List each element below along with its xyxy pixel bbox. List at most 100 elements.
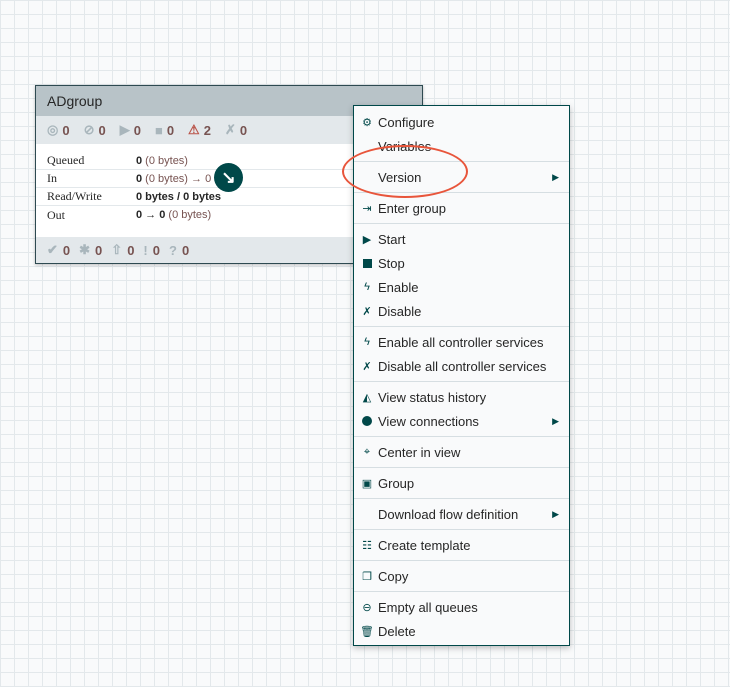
metric-row-read-write: Read/Write 0 bytes / 0 bytes xyxy=(36,188,354,206)
metric-label: Read/Write xyxy=(47,189,102,203)
menu-item-label: Version xyxy=(378,169,422,185)
stat-value: 0 xyxy=(127,242,135,258)
stat-value: 0 xyxy=(166,122,175,138)
metric-value: 0 bytes / 0 bytes xyxy=(136,191,221,203)
metric-value: 0 (0 bytes) → 0 xyxy=(136,173,211,185)
menu-divider xyxy=(354,591,569,592)
menu-divider xyxy=(354,529,569,530)
menu-item-label: Disable xyxy=(378,303,422,319)
stat-stale: ⇧ 0 xyxy=(111,242,134,258)
menu-item-start[interactable]: ▶ Start xyxy=(354,227,569,251)
running-icon: ▶ xyxy=(119,122,130,137)
menu-item-label: Configure xyxy=(378,114,435,130)
group-icon: ▣ xyxy=(361,477,373,490)
menu-item-stop[interactable]: Stop xyxy=(354,251,569,275)
metric-label: Out xyxy=(47,207,65,222)
menu-item-label: Stop xyxy=(378,255,405,271)
menu-item-enable-all-controller-services[interactable]: ϟ Enable all controller services xyxy=(354,330,569,354)
metric-row-out: Out 0 → 0 (0 bytes) xyxy=(36,206,354,224)
stat-value: 0 xyxy=(133,122,141,138)
metric-value-bold: 0 bytes / 0 bytes xyxy=(136,190,221,203)
menu-item-copy[interactable]: ❐ Copy xyxy=(354,564,569,588)
stopped-icon: ■ xyxy=(154,122,163,138)
stat-up-to-date: ✔ 0 xyxy=(47,242,70,258)
menu-item-enable[interactable]: ϟ Enable xyxy=(354,275,569,299)
stat-value: 0 xyxy=(239,122,248,138)
menu-item-center-in-view[interactable]: ⌖ Center in view xyxy=(354,440,569,464)
menu-item-disable-all-controller-services[interactable]: ✗ Disable all controller services xyxy=(354,354,569,378)
menu-divider xyxy=(354,560,569,561)
stat-unknown: ? 0 xyxy=(169,243,189,258)
submenu-arrow-icon: ▶ xyxy=(552,415,559,426)
connection-arrow-icon[interactable]: ↘ xyxy=(214,163,243,192)
metric-row-queued: Queued 0 (0 bytes) xyxy=(36,152,354,170)
metric-value-rest: (0 bytes) → 0 xyxy=(142,172,212,185)
menu-item-label: Enable all controller services xyxy=(378,334,544,350)
submenu-arrow-icon: ▶ xyxy=(552,171,559,182)
metric-row-in: In 0 (0 bytes) → 0 xyxy=(36,170,354,188)
disabled-lightning-icon: ✗ xyxy=(362,305,372,318)
menu-divider xyxy=(354,223,569,224)
locally-modified-icon: ✱ xyxy=(79,242,91,257)
menu-item-version[interactable]: Version ▶ xyxy=(354,165,569,189)
transmitting-icon: ◎ xyxy=(47,122,59,137)
menu-item-view-status-history[interactable]: ◭ View status history xyxy=(354,385,569,409)
menu-item-label: Empty all queues xyxy=(378,599,478,615)
menu-item-label: Enter group xyxy=(378,200,446,216)
menu-item-label: Variables xyxy=(378,138,432,154)
menu-item-variables[interactable]: Variables xyxy=(354,134,569,158)
context-menu: ⚙ Configure Variables Version ▶ ⇥ Enter … xyxy=(353,105,570,646)
stat-transmitting: ◎ 0 xyxy=(47,122,70,138)
stat-value: 0 xyxy=(181,242,190,258)
menu-divider xyxy=(354,498,569,499)
stat-not-transmitting: ⊘ 0 xyxy=(84,122,106,138)
menu-divider xyxy=(354,467,569,468)
stat-running: ▶ 0 xyxy=(120,122,141,138)
menu-item-disable[interactable]: ✗ Disable xyxy=(354,299,569,323)
area-chart-icon: ◭ xyxy=(362,391,372,404)
menu-item-label: Disable all controller services xyxy=(378,358,547,374)
menu-item-group[interactable]: ▣ Group xyxy=(354,471,569,495)
stat-value: 0 xyxy=(62,242,71,258)
menu-item-label: View connections xyxy=(378,413,479,429)
metric-label: Queued xyxy=(47,153,85,167)
play-icon: ▶ xyxy=(362,233,372,246)
copy-icon: ❐ xyxy=(362,570,372,583)
up-to-date-icon: ✔ xyxy=(47,242,58,257)
metric-value: 0 → 0 (0 bytes) xyxy=(136,209,211,221)
gear-icon: ⚙ xyxy=(362,116,372,129)
enter-group-icon: ⇥ xyxy=(362,202,372,215)
menu-item-label: View status history xyxy=(378,389,487,405)
metric-label: In xyxy=(47,171,57,185)
submenu-arrow-icon: ▶ xyxy=(552,508,559,519)
minus-circle-icon: ⊖ xyxy=(362,601,372,614)
menu-item-create-template[interactable]: ☷ Create template xyxy=(354,533,569,557)
menu-divider xyxy=(354,436,569,437)
menu-item-download-flow-definition[interactable]: Download flow definition ▶ xyxy=(354,502,569,526)
stale-icon: ⇧ xyxy=(111,242,123,257)
stat-value: 0 xyxy=(95,242,103,258)
menu-item-label: Group xyxy=(378,475,415,491)
sync-failure-icon: ! xyxy=(143,242,148,258)
stat-value: 0 xyxy=(98,122,106,138)
menu-item-configure[interactable]: ⚙ Configure xyxy=(354,110,569,134)
metric-value-bold: 0 → 0 xyxy=(136,209,166,221)
menu-item-empty-all-queues[interactable]: ⊖ Empty all queues xyxy=(354,595,569,619)
invalid-warning-icon: ⚠ xyxy=(188,122,200,137)
metric-value: 0 (0 bytes) xyxy=(136,155,188,167)
stat-invalid: ⚠ 2 xyxy=(188,122,211,138)
lightning-icon: ϟ xyxy=(364,281,370,293)
connection-icon xyxy=(360,409,374,433)
stat-value: 2 xyxy=(203,122,211,138)
menu-divider xyxy=(354,381,569,382)
menu-item-view-connections[interactable]: View connections ▶ xyxy=(354,409,569,433)
menu-item-delete[interactable]: 🗑 Delete xyxy=(354,619,569,643)
disabled-lightning-icon: ✗ xyxy=(362,360,372,373)
metric-value-rest: (0 bytes) xyxy=(142,154,188,167)
metric-value-rest: (0 bytes) xyxy=(165,209,212,221)
stat-sync-failure: ! 0 xyxy=(143,243,160,258)
menu-item-label: Delete xyxy=(378,623,416,639)
trash-icon: 🗑 xyxy=(360,625,374,638)
stat-stopped: ■ 0 xyxy=(155,123,174,138)
menu-item-enter-group[interactable]: ⇥ Enter group xyxy=(354,196,569,220)
